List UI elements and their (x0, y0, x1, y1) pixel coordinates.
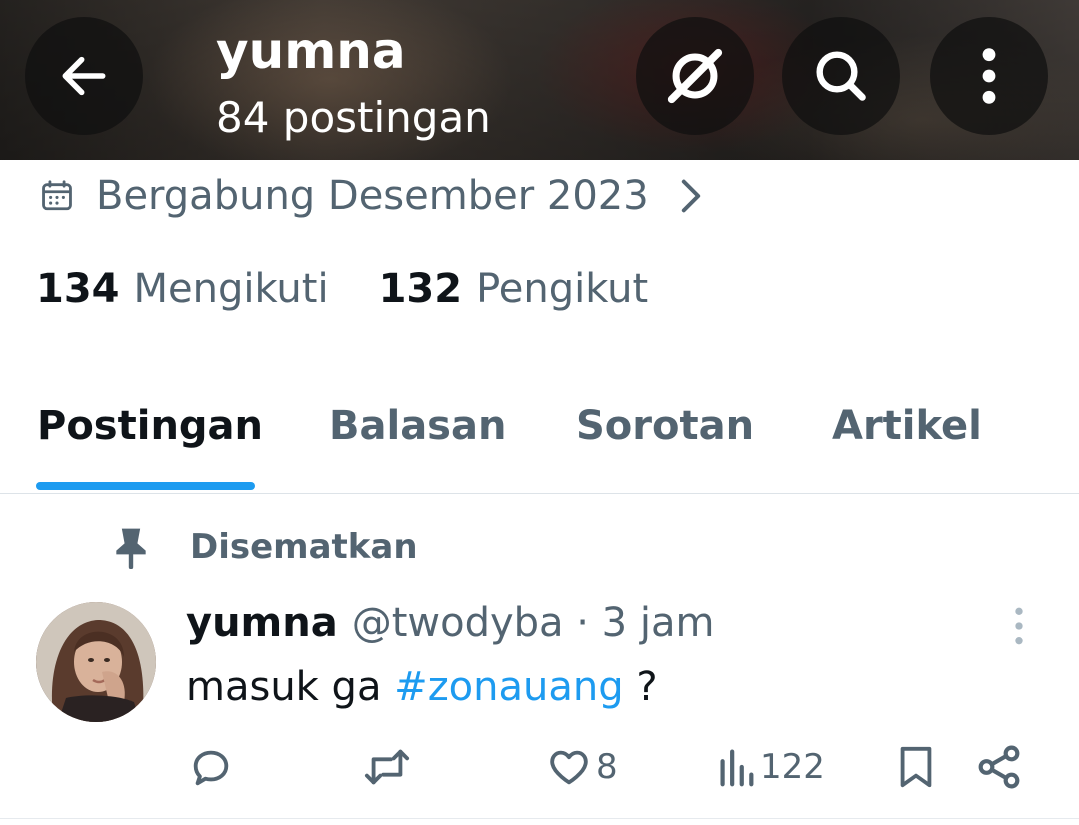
share-icon (978, 745, 1020, 789)
bookmark-button[interactable] (894, 740, 938, 794)
post-author-name[interactable]: yumna (186, 600, 338, 646)
tab-postingan[interactable]: Postingan (37, 398, 263, 454)
search-icon (816, 51, 866, 101)
following-link[interactable]: 134 Mengikuti (36, 262, 329, 316)
more-vertical-icon (1015, 607, 1023, 645)
share-button[interactable] (974, 740, 1024, 794)
tab-artikel[interactable]: Artikel (832, 398, 982, 454)
joined-date-text: Bergabung Desember 2023 (96, 173, 649, 219)
grok-button[interactable] (636, 17, 754, 135)
analytics-icon (720, 749, 754, 787)
follow-stats: 134 Mengikuti 132 Pengikut (36, 262, 648, 316)
view-count: 122 (760, 747, 825, 787)
joined-date-row[interactable]: Bergabung Desember 2023 (40, 168, 703, 224)
following-label: Mengikuti (133, 266, 329, 312)
pin-icon (116, 528, 146, 569)
avatar[interactable] (36, 602, 156, 722)
views-button[interactable]: 122 (716, 740, 825, 794)
grok-icon (667, 48, 723, 104)
post-more-button[interactable] (1004, 604, 1034, 652)
post-divider (0, 818, 1079, 819)
like-count: 8 (596, 747, 618, 787)
like-button[interactable]: 8 (546, 740, 618, 794)
pinned-label: Disematkan (190, 527, 418, 567)
reply-button[interactable] (188, 740, 234, 794)
post-count: 84 postingan (216, 93, 491, 142)
tab-balasan[interactable]: Balasan (329, 398, 506, 454)
followers-count: 132 (378, 266, 463, 312)
post-text: masuk ga #zonauang ? (186, 660, 658, 714)
more-options-button[interactable] (930, 17, 1048, 135)
chevron-right-icon (681, 179, 700, 213)
following-count: 134 (36, 266, 120, 312)
post-header: yumna @twodyba · 3 jam (186, 596, 714, 650)
more-vertical-icon (982, 48, 996, 104)
search-button[interactable] (782, 17, 900, 135)
reply-icon (193, 750, 229, 786)
post-text-start: masuk ga (186, 664, 395, 710)
pinned-indicator: Disematkan (112, 524, 418, 570)
bookmark-icon (900, 746, 932, 788)
post-actions: 8 122 (0, 740, 1079, 794)
followers-label: Pengikut (476, 266, 649, 312)
arrow-left-icon (62, 56, 106, 96)
repost-icon (364, 749, 410, 785)
profile-header-banner: yumna 84 postingan (0, 0, 1079, 160)
calendar-icon (42, 180, 72, 211)
profile-name-title: yumna (216, 22, 406, 80)
hashtag-link[interactable]: #zonauang (394, 664, 623, 710)
avatar-photo (36, 602, 156, 722)
post-text-end: ? (623, 664, 658, 710)
back-button[interactable] (25, 17, 143, 135)
followers-link[interactable]: 132 Pengikut (379, 262, 649, 316)
repost-button[interactable] (362, 740, 412, 794)
tab-sorotan[interactable]: Sorotan (576, 398, 754, 454)
active-tab-indicator (36, 482, 255, 490)
post-handle-time[interactable]: @twodyba · 3 jam (352, 600, 715, 646)
profile-tabs: Postingan Balasan Sorotan Artikel (0, 390, 1079, 494)
heart-icon (550, 750, 588, 785)
